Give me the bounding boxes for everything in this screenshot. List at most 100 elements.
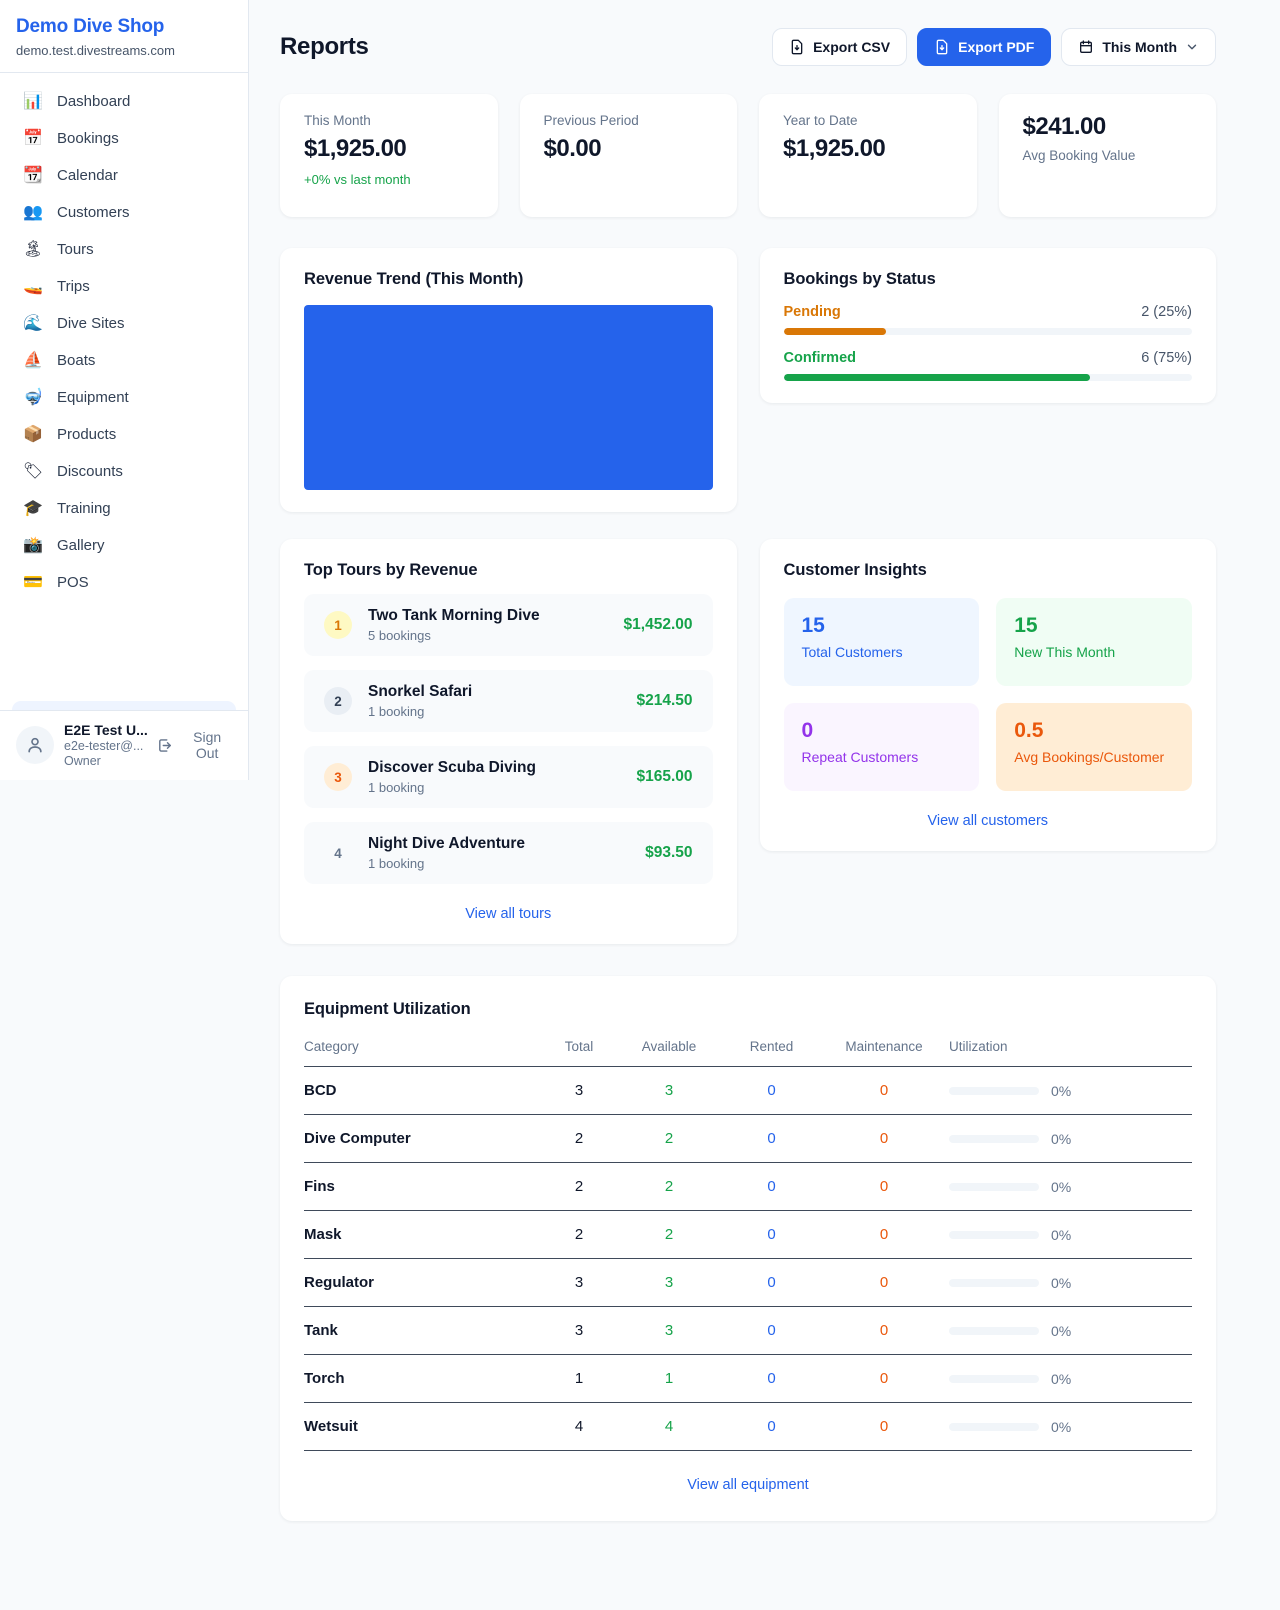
sidebar-item-dive-sites[interactable]: 🌊 Dive Sites xyxy=(12,305,236,342)
sidebar-item-reports-active[interactable] xyxy=(12,701,236,710)
cell-maintenance: 0 xyxy=(819,1082,949,1099)
sidebar-item-calendar[interactable]: 📆 Calendar xyxy=(12,157,236,194)
utilization-track xyxy=(949,1423,1039,1431)
cell-category: Mask xyxy=(304,1226,544,1243)
revenue-trend-chart[interactable] xyxy=(304,305,713,490)
cell-maintenance: 0 xyxy=(819,1226,949,1243)
sidebar-item-label: Calendar xyxy=(57,167,118,184)
sidebar-item-discounts[interactable]: 🏷 Discounts xyxy=(12,453,236,490)
sidebar-item-bookings[interactable]: 📅 Bookings xyxy=(12,120,236,157)
user-name: E2E Test U... xyxy=(64,722,147,738)
sidebar-item-label: Dashboard xyxy=(57,93,130,110)
sidebar-item-label: Dive Sites xyxy=(57,315,125,332)
utilization-percent: 0% xyxy=(1051,1131,1071,1147)
tile-avg-bookings-customer: 0.5 Avg Bookings/Customer xyxy=(996,703,1192,791)
cell-rented: 0 xyxy=(724,1130,819,1147)
chevron-down-icon xyxy=(1185,40,1199,54)
user-email: e2e-tester@... xyxy=(64,739,147,753)
utilization-track xyxy=(949,1135,1039,1143)
brand-title[interactable]: Demo Dive Shop xyxy=(16,16,232,38)
status-row: Confirmed 6 (75%) xyxy=(784,350,1193,381)
cell-category: Tank xyxy=(304,1322,544,1339)
status-progress-track xyxy=(784,374,1193,381)
view-all-customers-link[interactable]: View all customers xyxy=(784,813,1193,829)
utilization-track xyxy=(949,1183,1039,1191)
sidebar-item-equipment[interactable]: 🤿 Equipment xyxy=(12,379,236,416)
cell-rented: 0 xyxy=(724,1226,819,1243)
cell-utilization: 0% xyxy=(949,1419,1189,1435)
status-progress-fill xyxy=(784,374,1090,381)
sidebar-item-training[interactable]: 🎓 Training xyxy=(12,490,236,527)
calendar-icon: 📆 xyxy=(22,168,44,184)
table-row: BCD 3 3 0 0 0% xyxy=(304,1067,1192,1115)
trips-icon: 🚤 xyxy=(22,279,44,295)
sidebar-item-label: Products xyxy=(57,426,116,443)
cell-available: 2 xyxy=(614,1226,724,1243)
sidebar-item-label: Boats xyxy=(57,352,95,369)
sign-out-button[interactable]: Sign Out xyxy=(157,729,234,761)
sidebar-item-label: Trips xyxy=(57,278,90,295)
tile-label: Total Customers xyxy=(802,644,962,660)
cell-total: 3 xyxy=(544,1082,614,1099)
brand-subtitle: demo.test.divestreams.com xyxy=(16,43,232,58)
sign-out-label: Sign Out xyxy=(180,729,234,761)
tile-new-this-month: 15 New This Month xyxy=(996,598,1192,686)
cell-utilization: 0% xyxy=(949,1083,1189,1099)
tile-value: 0 xyxy=(802,719,962,743)
cell-maintenance: 0 xyxy=(819,1322,949,1339)
cell-maintenance: 0 xyxy=(819,1274,949,1291)
tour-row: 4 Night Dive Adventure 1 booking $93.50 xyxy=(304,822,713,884)
equipment-table-header: Category Total Available Rented Maintena… xyxy=(304,1039,1192,1067)
cell-available: 1 xyxy=(614,1370,724,1387)
cell-maintenance: 0 xyxy=(819,1418,949,1435)
cell-total: 3 xyxy=(544,1274,614,1291)
period-label: This Month xyxy=(1102,39,1177,55)
status-progress-fill xyxy=(784,328,886,335)
export-pdf-button[interactable]: Export PDF xyxy=(917,28,1051,66)
utilization-percent: 0% xyxy=(1051,1323,1071,1339)
table-row: Wetsuit 4 4 0 0 0% xyxy=(304,1403,1192,1451)
status-label: Pending xyxy=(784,304,841,320)
table-row: Mask 2 2 0 0 0% xyxy=(304,1211,1192,1259)
revenue-trend-card: Revenue Trend (This Month) xyxy=(280,248,737,512)
view-all-equipment-link[interactable]: View all equipment xyxy=(304,1477,1192,1493)
tile-label: Avg Bookings/Customer xyxy=(1014,749,1174,765)
sidebar-item-dashboard[interactable]: 📊 Dashboard xyxy=(12,83,236,120)
sidebar-item-customers[interactable]: 👥 Customers xyxy=(12,194,236,231)
stat-card-this-month: This Month $1,925.00 +0% vs last month xyxy=(280,94,498,217)
page-header: Reports Export CSV Export PDF This Month xyxy=(280,28,1216,66)
cell-category: Fins xyxy=(304,1178,544,1195)
stat-label: This Month xyxy=(304,113,474,128)
stat-card-year-to-date: Year to Date $1,925.00 xyxy=(759,94,977,217)
table-row: Regulator 3 3 0 0 0% xyxy=(304,1259,1192,1307)
user-role: Owner xyxy=(64,754,147,768)
tour-row: 1 Two Tank Morning Dive 5 bookings $1,45… xyxy=(304,594,713,656)
sidebar-item-products[interactable]: 📦 Products xyxy=(12,416,236,453)
insight-tiles: 15 Total Customers 15 New This Month 0 R… xyxy=(784,598,1193,791)
sidebar-item-gallery[interactable]: 📸 Gallery xyxy=(12,527,236,564)
utilization-track xyxy=(949,1087,1039,1095)
view-all-tours-link[interactable]: View all tours xyxy=(304,906,713,922)
cell-rented: 0 xyxy=(724,1274,819,1291)
tour-name: Night Dive Adventure xyxy=(368,835,525,853)
sidebar-item-boats[interactable]: ⛵ Boats xyxy=(12,342,236,379)
rank-badge: 3 xyxy=(324,763,352,791)
sidebar-item-trips[interactable]: 🚤 Trips xyxy=(12,268,236,305)
main-content: Reports Export CSV Export PDF This Month xyxy=(249,0,1280,1555)
sidebar-item-label: Equipment xyxy=(57,389,129,406)
stat-delta: +0% vs last month xyxy=(304,172,474,187)
boats-icon: ⛵ xyxy=(22,353,44,369)
export-csv-button[interactable]: Export CSV xyxy=(772,28,907,66)
column-header-total: Total xyxy=(544,1039,614,1054)
cell-available: 3 xyxy=(614,1322,724,1339)
tour-name: Snorkel Safari xyxy=(368,683,472,701)
period-select[interactable]: This Month xyxy=(1061,28,1216,66)
column-header-category: Category xyxy=(304,1039,544,1054)
sidebar-item-label: Gallery xyxy=(57,537,105,554)
sidebar-item-label: Tours xyxy=(57,241,94,258)
sidebar-item-tours[interactable]: 🏝 Tours xyxy=(12,231,236,268)
sidebar-item-pos[interactable]: 💳 POS xyxy=(12,564,236,601)
customer-insights-card: Customer Insights 15 Total Customers 15 … xyxy=(760,539,1217,851)
status-list: Pending 2 (25%) Confirmed 6 (75%) xyxy=(784,304,1193,381)
export-pdf-label: Export PDF xyxy=(958,39,1034,55)
